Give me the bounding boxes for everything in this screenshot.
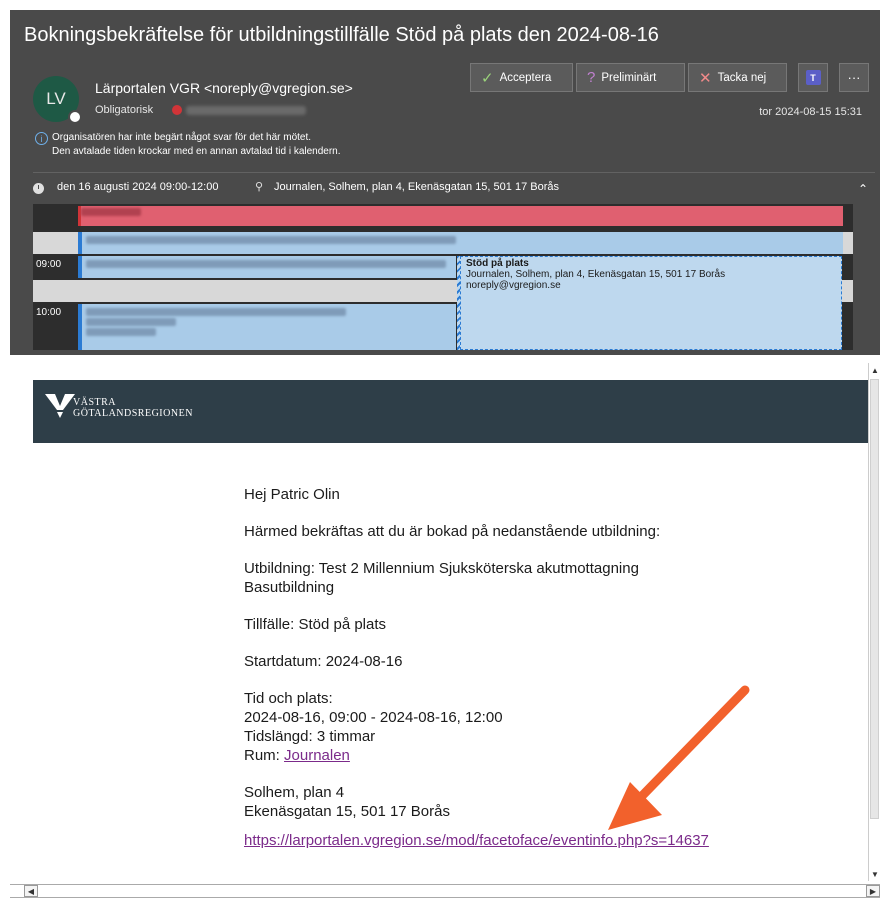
required-attendee-label: Obligatorisk bbox=[95, 104, 154, 116]
clock-icon bbox=[33, 183, 44, 194]
meeting-location: Journalen, Solhem, plan 4, Ekenäsgatan 1… bbox=[274, 181, 559, 193]
sent-timestamp: tor 2024-08-15 15:31 bbox=[759, 106, 862, 118]
decline-label: Tacka nej bbox=[717, 71, 767, 84]
location-pin-icon: ⚲ bbox=[255, 181, 264, 193]
calendar-event-location: Journalen, Solhem, plan 4, Ekenäsgatan 1… bbox=[466, 269, 726, 280]
checkmark-icon: ✓ bbox=[481, 69, 494, 87]
redacted-event-text bbox=[86, 308, 346, 316]
vgr-logo-icon bbox=[45, 394, 75, 418]
redacted-event-text bbox=[81, 208, 141, 216]
redacted-event-text bbox=[86, 318, 176, 326]
scroll-right-icon[interactable]: ▶ bbox=[866, 885, 880, 897]
accept-label: Acceptera bbox=[499, 71, 552, 84]
teams-button[interactable]: T bbox=[798, 63, 828, 92]
tentative-label: Preliminärt bbox=[601, 71, 657, 84]
more-actions-button[interactable]: ··· bbox=[839, 63, 869, 92]
scroll-up-icon[interactable]: ▲ bbox=[870, 364, 880, 376]
tentative-button[interactable]: ? Preliminärt bbox=[576, 63, 685, 92]
course-name-cont: Basutbildning bbox=[244, 579, 335, 596]
start-date: Startdatum: 2024-08-16 bbox=[244, 653, 403, 670]
vertical-scrollbar[interactable]: ▲ ▼ bbox=[868, 363, 880, 881]
redacted-attendee-name bbox=[186, 106, 306, 115]
email-window: Bokningsbekräftelse för utbildningstillf… bbox=[0, 0, 891, 904]
course-name: Utbildning: Test 2 Millennium Sjuksköter… bbox=[244, 560, 639, 577]
presence-status-icon bbox=[68, 110, 82, 124]
calendar-event-title: Stöd på plats bbox=[466, 258, 529, 269]
intro-text: Härmed bekräftas att du är bokad på neda… bbox=[244, 523, 661, 540]
calendar-time-label: 09:00 bbox=[36, 259, 62, 270]
meeting-time: den 16 augusti 2024 09:00-12:00 bbox=[57, 181, 219, 193]
calendar-preview[interactable]: 09:00 10:00 Stöd på plats Journalen, Sol… bbox=[33, 204, 853, 350]
greeting: Hej Patric Olin bbox=[244, 486, 340, 503]
calendar-event-organizer: noreply@vgregion.se bbox=[466, 280, 561, 291]
annotation-arrow-icon bbox=[608, 685, 750, 830]
calendar-busy-block[interactable] bbox=[78, 206, 843, 226]
scrollbar-thumb[interactable] bbox=[870, 379, 879, 819]
info-icon: i bbox=[35, 132, 48, 145]
chevron-up-icon[interactable]: ⌃ bbox=[858, 182, 868, 196]
decline-button[interactable]: ✕ Tacka nej bbox=[688, 63, 787, 92]
redacted-event-text bbox=[86, 260, 446, 268]
calendar-time-label: 10:00 bbox=[36, 307, 62, 318]
accept-button[interactable]: ✓ Acceptera bbox=[470, 63, 573, 92]
response-info-text: Organisatören har inte begärt något svar… bbox=[52, 132, 312, 143]
calendar-event-block[interactable] bbox=[78, 256, 456, 278]
room-link[interactable]: Journalen bbox=[284, 747, 350, 764]
redacted-event-text bbox=[86, 328, 156, 336]
calendar-current-event[interactable]: Stöd på plats Journalen, Solhem, plan 4,… bbox=[460, 256, 842, 350]
room-label: Rum: bbox=[244, 747, 285, 764]
occasion-text: Tillfälle: Stöd på plats bbox=[244, 616, 387, 633]
attendee-status-icon bbox=[172, 105, 182, 115]
horizontal-scrollbar[interactable]: ◀ ▶ bbox=[10, 884, 880, 898]
calendar-event-block[interactable] bbox=[78, 304, 456, 350]
redacted-event-text bbox=[86, 236, 456, 244]
calendar-event-block[interactable] bbox=[78, 232, 843, 254]
logo-text-line1: VÄSTRA bbox=[73, 397, 117, 408]
logo-text-line2: GÖTALANDSREGIONEN bbox=[73, 408, 193, 419]
vgr-banner: VÄSTRA GÖTALANDSREGIONEN bbox=[33, 380, 869, 443]
question-mark-icon: ? bbox=[587, 69, 596, 86]
teams-icon: T bbox=[805, 70, 821, 85]
divider bbox=[33, 172, 875, 173]
close-icon: ✕ bbox=[699, 69, 712, 87]
scroll-down-icon[interactable]: ▼ bbox=[870, 868, 880, 880]
sender-address[interactable]: Lärportalen VGR <noreply@vgregion.se> bbox=[95, 80, 353, 96]
email-subject: Bokningsbekräftelse för utbildningstillf… bbox=[24, 24, 659, 46]
conflict-info-text: Den avtalade tiden krockar med en annan … bbox=[52, 146, 341, 157]
scroll-left-icon[interactable]: ◀ bbox=[24, 885, 38, 897]
